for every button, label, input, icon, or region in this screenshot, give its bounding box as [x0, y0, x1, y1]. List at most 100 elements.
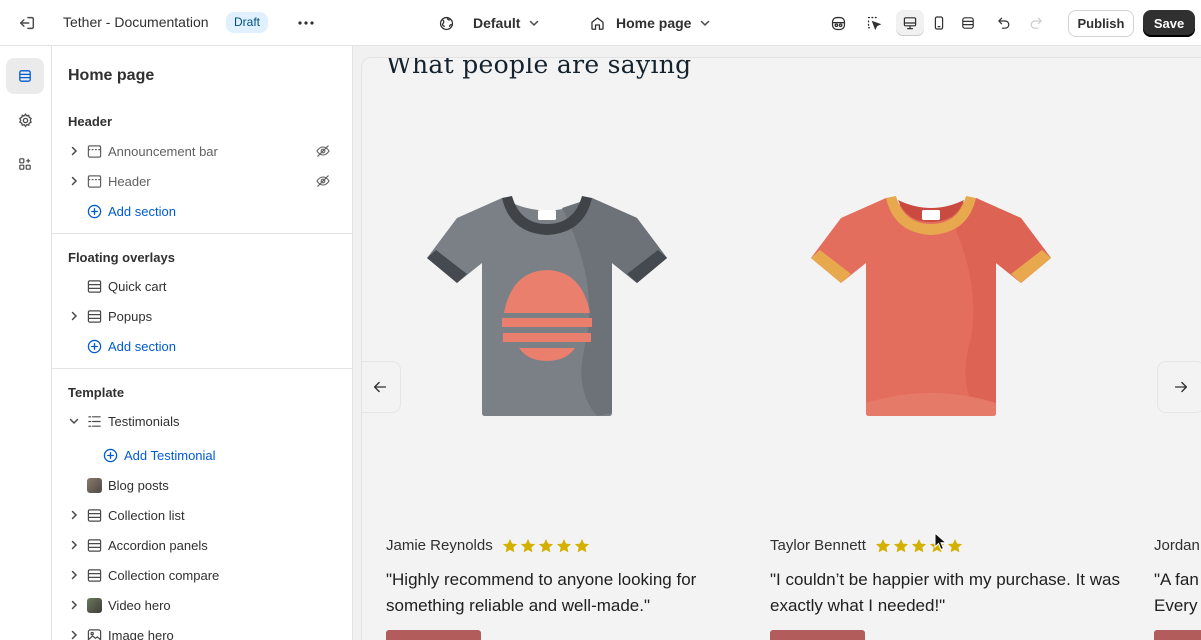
sections-panel: Home page Header Announcement bar Header… — [52, 46, 353, 640]
more-icon[interactable] — [293, 11, 319, 35]
section-item-label: Collection compare — [108, 568, 220, 583]
chevron-down-icon — [699, 17, 711, 29]
chevron-right-icon[interactable] — [67, 628, 81, 640]
chevron-down-icon[interactable] — [67, 414, 81, 428]
add-testimonial-button[interactable]: Add Testimonial — [52, 440, 352, 470]
section-item-label: Accordion panels — [108, 538, 208, 553]
star-icon — [574, 538, 589, 552]
page-selector[interactable]: Home page — [589, 11, 711, 35]
shop-now-button[interactable] — [1154, 630, 1201, 640]
divider — [52, 233, 352, 234]
section-item-testimonials[interactable]: Testimonials — [52, 406, 352, 436]
star-rating — [502, 538, 590, 554]
gray-tshirt-image — [422, 188, 672, 418]
shop-now-button[interactable] — [770, 630, 865, 640]
chevron-right-icon[interactable] — [67, 568, 81, 582]
star-icon — [893, 538, 908, 552]
section-item-collection-list[interactable]: Collection list — [52, 500, 352, 530]
testimonial-card: Jamie Reynolds "Highly recommend to anyo… — [362, 58, 742, 640]
chevron-right-icon[interactable] — [67, 508, 81, 522]
undo-icon[interactable] — [990, 10, 1018, 36]
carousel-next-button[interactable] — [1158, 362, 1201, 412]
inspector-icon[interactable] — [824, 10, 852, 36]
star-icon — [875, 538, 890, 552]
apps-icon[interactable] — [6, 146, 44, 182]
section-item-popups[interactable]: Popups — [52, 301, 352, 331]
arrow-right-icon — [1172, 378, 1190, 396]
chevron-right-icon[interactable] — [67, 538, 81, 552]
star-icon — [556, 538, 571, 552]
chevron-down-icon — [528, 17, 540, 29]
redo-icon[interactable] — [1022, 10, 1050, 36]
testimonial-quote: "Highly recommend to anyone looking for … — [386, 570, 697, 615]
section-item-label: Header — [108, 174, 151, 189]
preview-frame: What people are saying Jamie Reynolds "H… — [361, 57, 1201, 640]
section-item-blog-posts[interactable]: Blog posts — [52, 470, 352, 500]
image-thumbnail — [86, 477, 102, 493]
star-icon — [911, 538, 926, 552]
save-button[interactable]: Save — [1143, 10, 1195, 37]
desktop-view-icon[interactable] — [896, 10, 924, 36]
arrow-left-icon — [371, 378, 389, 396]
section-icon — [86, 507, 102, 523]
section-item-label: Collection list — [108, 508, 185, 523]
testimonial-card: Jordan "A fan Every — [1130, 58, 1201, 640]
section-item-header[interactable]: Header — [52, 166, 352, 196]
section-icon — [86, 567, 102, 583]
star-rating — [875, 538, 963, 554]
coral-tshirt-image — [806, 188, 1056, 418]
star-icon — [538, 538, 553, 552]
theme-selector[interactable]: Default — [438, 11, 540, 35]
globe-icon — [438, 15, 455, 32]
theme-selector-label: Default — [473, 15, 521, 31]
star-icon — [520, 538, 535, 552]
section-icon — [86, 308, 102, 324]
group-title-template: Template — [68, 385, 125, 400]
add-section-button[interactable]: Add section — [52, 196, 352, 226]
section-item-accordion-panels[interactable]: Accordion panels — [52, 530, 352, 560]
testimonial-card: Taylor Bennett "I couldn’t be happier wi… — [746, 58, 1126, 640]
hidden-eye-icon[interactable] — [315, 173, 331, 189]
section-item-image-hero[interactable]: Image hero — [52, 620, 352, 640]
shop-now-button[interactable] — [386, 630, 481, 640]
section-item-label: Video hero — [108, 598, 171, 613]
add-testimonial-label: Add Testimonial — [124, 448, 216, 463]
settings-icon[interactable] — [6, 102, 44, 138]
store-title: Tether - Documentation — [63, 14, 209, 30]
fullscreen-icon[interactable] — [954, 10, 982, 36]
carousel-prev-button[interactable] — [362, 362, 400, 412]
section-item-label: Announcement bar — [108, 144, 218, 159]
section-icon — [86, 173, 102, 189]
add-section-label: Add section — [108, 204, 176, 219]
left-rail — [0, 46, 52, 640]
section-item-announcement-bar[interactable]: Announcement bar — [52, 136, 352, 166]
group-title-header: Header — [68, 114, 113, 129]
section-item-collection-compare[interactable]: Collection compare — [52, 560, 352, 590]
select-element-icon[interactable] — [860, 10, 888, 36]
testimonial-quote: "I couldn’t be happier with my purchase.… — [770, 570, 1120, 615]
section-item-label: Blog posts — [108, 478, 169, 493]
section-item-label: Popups — [108, 309, 153, 324]
publish-button[interactable]: Publish — [1068, 10, 1134, 37]
mouse-cursor-icon — [934, 532, 948, 552]
mobile-view-icon[interactable] — [925, 10, 953, 36]
chevron-right-icon[interactable] — [67, 309, 81, 323]
sections-icon[interactable] — [6, 58, 44, 94]
section-item-quick-cart[interactable]: Quick cart — [52, 271, 352, 301]
chevron-right-icon[interactable] — [67, 144, 81, 158]
add-circle-icon — [86, 338, 102, 354]
hidden-eye-icon[interactable] — [315, 143, 331, 159]
add-circle-icon — [86, 203, 102, 219]
star-icon — [502, 538, 517, 552]
testimonial-author: Jamie Reynolds — [386, 537, 590, 554]
add-section-button[interactable]: Add section — [52, 331, 352, 361]
testimonial-author: Jordan — [1154, 537, 1200, 554]
section-item-video-hero[interactable]: Video hero — [52, 590, 352, 620]
chevron-right-icon[interactable] — [67, 174, 81, 188]
exit-icon[interactable] — [15, 11, 39, 35]
author-name: Jordan — [1154, 537, 1200, 554]
chevron-right-icon[interactable] — [67, 598, 81, 612]
author-name: Jamie Reynolds — [386, 537, 493, 554]
add-circle-icon — [102, 447, 118, 463]
section-icon — [86, 143, 102, 159]
